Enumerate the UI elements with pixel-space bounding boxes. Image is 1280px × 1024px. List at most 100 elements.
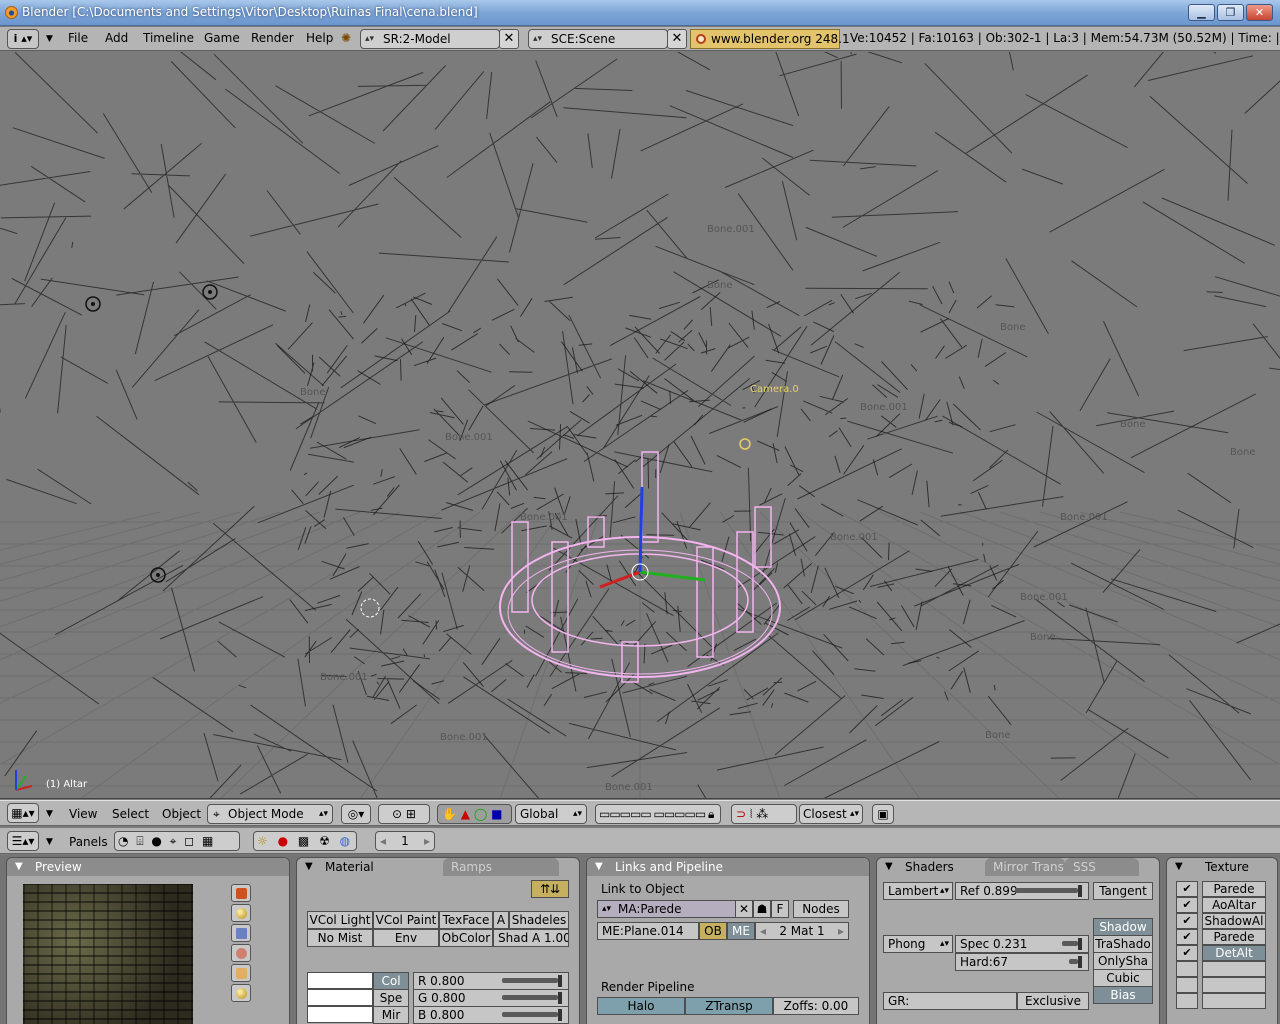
texture-icon[interactable]: ▩ bbox=[298, 834, 312, 848]
rotate-icon[interactable]: ◯ bbox=[474, 807, 487, 821]
tangent-toggle[interactable]: Tangent bbox=[1093, 882, 1153, 900]
red-slider[interactable]: R 0.800 bbox=[413, 972, 569, 990]
col-button[interactable]: Col bbox=[373, 972, 409, 990]
snap-target[interactable]: Closest ▴▾ bbox=[799, 804, 863, 824]
menu-help[interactable]: Help bbox=[306, 31, 333, 45]
specular-shader-select[interactable]: Phong ▴▾ bbox=[883, 935, 953, 953]
collapse-triangle-icon[interactable]: ▼ bbox=[46, 809, 53, 819]
3d-viewport[interactable]: Bone.001 Bone Camera.0 Bone.001 Bone Bone.001… bbox=[0, 52, 1280, 799]
object-icon[interactable]: ⌖ bbox=[170, 834, 179, 848]
delete-scene-button[interactable]: ✕ bbox=[667, 29, 687, 49]
close-button[interactable]: ✕ bbox=[1246, 4, 1273, 21]
texture-slot-5[interactable]: DetAlt bbox=[1202, 945, 1266, 961]
exclusive-toggle[interactable]: Exclusive bbox=[1017, 992, 1089, 1010]
menu-select[interactable]: Select bbox=[112, 807, 149, 821]
vcol-paint-toggle[interactable]: VCol Paint bbox=[373, 911, 439, 929]
material-index-stepper[interactable]: ◂ 2 Mat 1 ▸ bbox=[755, 922, 849, 940]
render-view-button[interactable]: ▣ bbox=[872, 804, 894, 824]
texture-check-1[interactable]: ✔ bbox=[1176, 881, 1198, 897]
texture-check-8[interactable] bbox=[1176, 993, 1198, 1009]
halo-toggle[interactable]: Halo bbox=[597, 997, 685, 1015]
render-engine-icon[interactable]: ✺ bbox=[341, 31, 351, 45]
shading-subcontext[interactable]: ☼ ● ▩ ☢ ◍ bbox=[253, 831, 357, 851]
trashadow-toggle[interactable]: TraShado bbox=[1093, 935, 1153, 953]
spe-button[interactable]: Spe bbox=[373, 989, 409, 1007]
hard-slider[interactable]: Hard:67 bbox=[955, 953, 1089, 971]
collapse-triangle-icon[interactable]: ▼ bbox=[15, 858, 23, 876]
arrow-left-icon[interactable]: ◂ bbox=[380, 832, 386, 850]
draw-type-button[interactable]: ◎▾ bbox=[341, 804, 371, 824]
shad-alpha-field[interactable]: Shad A 1.00 bbox=[493, 929, 569, 947]
tab-sss[interactable]: SSS bbox=[1065, 858, 1139, 876]
ref-slider[interactable]: Ref 0.899 bbox=[955, 882, 1089, 900]
arrow-right-icon[interactable]: ▸ bbox=[424, 832, 430, 850]
frame-stepper[interactable]: ◂ 1 ▸ bbox=[375, 831, 435, 851]
env-toggle[interactable]: Env bbox=[373, 929, 439, 947]
texture-slot-6[interactable] bbox=[1202, 961, 1266, 977]
script-icon[interactable]: ⌹ bbox=[136, 834, 145, 848]
maximize-button[interactable]: ❐ bbox=[1217, 4, 1244, 21]
shadeless-toggle[interactable]: Shadeles bbox=[509, 911, 569, 929]
editor-type-button[interactable]: ▦▴▾ bbox=[7, 803, 39, 823]
texture-slot-2[interactable]: AoAltar bbox=[1202, 897, 1266, 913]
texture-check-2[interactable]: ✔ bbox=[1176, 897, 1198, 913]
preview-hair-button[interactable] bbox=[231, 964, 251, 982]
ob-link-toggle[interactable]: OB bbox=[699, 922, 727, 940]
color-swatch-col[interactable] bbox=[307, 972, 373, 989]
texture-slot-3[interactable]: ShadowAl bbox=[1202, 913, 1266, 929]
material-browse-field[interactable]: ▴▾ MA:Parede bbox=[597, 900, 753, 918]
spec-slider[interactable]: Spec 0.231 bbox=[955, 935, 1089, 953]
preview-monkey-button[interactable] bbox=[231, 944, 251, 962]
arrow-left-icon[interactable]: ◂ bbox=[760, 923, 766, 939]
translate-icon[interactable]: ▲ bbox=[461, 807, 470, 821]
material-icon[interactable]: ● bbox=[278, 834, 291, 848]
texture-slot-1[interactable]: Parede bbox=[1202, 881, 1266, 897]
editor-type-button[interactable]: ☰▴▾ bbox=[7, 831, 39, 851]
layer-buttons[interactable]: ▭▭▭▭▭ ▭▭▭▭▭ 🔒︎ bbox=[595, 804, 721, 824]
paste-icon[interactable]: ⇊ bbox=[550, 882, 560, 896]
snap-toggle[interactable]: ⊃ ⦚ ⁂ bbox=[731, 804, 797, 824]
texface-toggle[interactable]: TexFace bbox=[439, 911, 493, 929]
collapse-triangle-icon[interactable]: ▼ bbox=[46, 837, 53, 847]
radiosity-icon[interactable]: ☢ bbox=[319, 834, 333, 848]
pivot-button[interactable]: ⊙ ⊞ bbox=[378, 804, 430, 824]
scale-icon[interactable]: ■ bbox=[491, 807, 502, 821]
scene-icon[interactable]: ▦ bbox=[202, 834, 215, 848]
zoffs-field[interactable]: Zoffs: 0.00 bbox=[773, 997, 859, 1015]
menu-panels[interactable]: Panels bbox=[69, 835, 108, 849]
window-type-button[interactable]: i ▴▾ bbox=[7, 29, 39, 49]
proportional-icon[interactable]: ⦚ ⁂ bbox=[750, 807, 768, 821]
links-panel-title[interactable]: ▼ Links and Pipeline bbox=[587, 858, 869, 876]
collapse-triangle-icon[interactable]: ▼ bbox=[305, 858, 313, 876]
collapse-triangle-icon[interactable]: ▼ bbox=[595, 858, 603, 876]
tab-ramps[interactable]: Ramps bbox=[443, 858, 559, 876]
layers-grid-icon[interactable]: ▭▭▭▭▭ ▭▭▭▭▭ bbox=[599, 807, 706, 821]
texture-slot-8[interactable] bbox=[1202, 993, 1266, 1009]
logic-icon[interactable]: ◔ bbox=[118, 834, 130, 848]
menu-render[interactable]: Render bbox=[251, 31, 294, 45]
menu-view[interactable]: View bbox=[69, 807, 97, 821]
texture-check-5[interactable]: ✔ bbox=[1176, 945, 1198, 961]
scene-selector[interactable]: ▴▾ SCE:Scene bbox=[528, 29, 668, 49]
no-mist-toggle[interactable]: No Mist bbox=[307, 929, 373, 947]
tab-mirror-trans[interactable]: Mirror Trans bbox=[985, 858, 1065, 876]
preview-cube-button[interactable] bbox=[231, 924, 251, 942]
lock-icon[interactable]: 🔒︎ bbox=[708, 807, 714, 821]
diffuse-shader-select[interactable]: Lambert ▴▾ bbox=[883, 882, 953, 900]
fake-user-icon[interactable]: ☗ bbox=[753, 900, 771, 918]
alpha-toggle[interactable]: A bbox=[493, 911, 509, 929]
mode-selector[interactable]: ⌖ Object Mode ▴▾ bbox=[207, 804, 333, 824]
preview-sphere-button[interactable] bbox=[231, 904, 251, 922]
context-buttons[interactable]: ◔ ⌹ ● ⌖ ◻ ▦ bbox=[114, 831, 240, 851]
texture-panel-title[interactable]: ▼ Texture bbox=[1167, 858, 1277, 876]
preview-sky-button[interactable] bbox=[231, 984, 251, 1002]
minimize-button[interactable]: ▁ bbox=[1188, 4, 1215, 21]
bias-toggle[interactable]: Bias bbox=[1093, 986, 1153, 1004]
tab-shaders[interactable]: ▼ Shaders bbox=[877, 858, 977, 876]
nodes-button[interactable]: Nodes bbox=[793, 900, 849, 918]
screen-selector[interactable]: ▴▾ SR:2-Model bbox=[360, 29, 500, 49]
hand-icon[interactable]: ✋ bbox=[442, 807, 457, 821]
menu-timeline[interactable]: Timeline bbox=[143, 31, 194, 45]
tab-material[interactable]: ▼ Material bbox=[297, 858, 439, 876]
arrow-right-icon[interactable]: ▸ bbox=[838, 923, 844, 939]
